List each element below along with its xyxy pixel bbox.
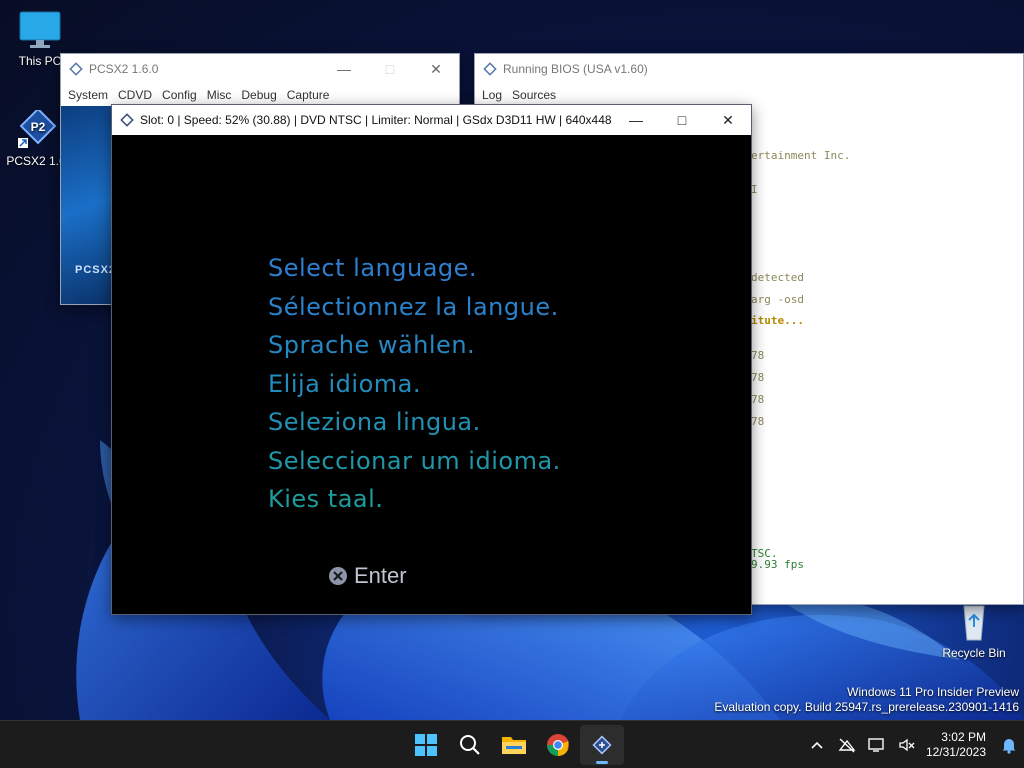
- console-line: ertainment Inc.: [751, 149, 851, 162]
- menu-debug[interactable]: Debug: [236, 88, 281, 102]
- enter-prompt: Enter: [328, 563, 407, 589]
- cross-button-icon: [329, 567, 347, 585]
- clock-time: 3:02 PM: [941, 730, 986, 744]
- bell-icon: [1002, 739, 1016, 754]
- desktop-icon-pcsx2[interactable]: P2 PCSX2 1.6: [4, 107, 68, 168]
- language-option[interactable]: Elija idioma.: [268, 365, 561, 404]
- show-hidden-icons-button[interactable]: [802, 721, 832, 768]
- recycle-bin-icon: [952, 602, 996, 642]
- taskbar-apps: [404, 725, 624, 765]
- maximize-button[interactable]: □: [367, 54, 413, 84]
- desktop-icon-label: Recycle Bin: [942, 646, 1006, 660]
- monitor-icon: [18, 10, 62, 50]
- chevron-up-icon: [811, 741, 823, 749]
- console-line: detected: [751, 271, 804, 284]
- taskbar: 3:02 PM 12/31/2023: [0, 720, 1024, 768]
- desktop-icon-recycle-bin[interactable]: Recycle Bin: [942, 602, 1006, 660]
- menu-sources[interactable]: Sources: [507, 88, 561, 102]
- file-explorer-button[interactable]: [492, 725, 536, 765]
- pcsx2-titlebar[interactable]: PCSX2 1.6.0 — □ ✕: [61, 54, 459, 84]
- display-icon: [868, 738, 884, 752]
- menu-log[interactable]: Log: [477, 88, 507, 102]
- banner-text: PCSX2: [75, 264, 117, 276]
- notifications-button[interactable]: [994, 721, 1024, 768]
- pcsx2-icon: [69, 62, 83, 76]
- console-line: 78: [751, 415, 765, 428]
- minimize-button[interactable]: —: [613, 105, 659, 135]
- pcsx2-icon: [592, 735, 612, 755]
- menu-cdvd[interactable]: CDVD: [113, 88, 157, 102]
- svg-text:P2: P2: [31, 120, 46, 134]
- pcsx2-icon: [483, 62, 497, 76]
- clock-date: 12/31/2023: [925, 745, 986, 759]
- volume-tray-button[interactable]: [892, 721, 922, 768]
- enter-label: Enter: [354, 563, 407, 588]
- close-button[interactable]: ✕: [705, 105, 751, 135]
- language-list: Select language. Sélectionnez la langue.…: [268, 249, 561, 519]
- menu-misc[interactable]: Misc: [202, 88, 237, 102]
- watermark-edition: Windows 11 Pro Insider Preview: [847, 685, 1019, 699]
- language-option[interactable]: Seleccionar um idioma.: [268, 442, 561, 481]
- minimize-button[interactable]: —: [321, 54, 367, 84]
- pcsx2-shortcut-icon: P2: [14, 107, 58, 150]
- game-titlebar[interactable]: Slot: 0 | Speed: 52% (30.88) | DVD NTSC …: [112, 105, 751, 135]
- pcsx2-menubar: System CDVD Config Misc Debug Capture: [61, 84, 459, 106]
- network-status-button[interactable]: [832, 721, 862, 768]
- system-tray: 3:02 PM 12/31/2023: [802, 721, 1024, 768]
- windows-watermark: Windows 11 Pro Insider Preview Evaluatio…: [714, 685, 1019, 715]
- file-explorer-icon: [502, 737, 526, 754]
- language-option[interactable]: Sélectionnez la langue.: [268, 288, 561, 327]
- language-option[interactable]: Kies taal.: [268, 480, 561, 519]
- language-option[interactable]: Select language.: [268, 249, 561, 288]
- console-line: arg -osd: [751, 293, 804, 306]
- chrome-icon: [547, 734, 569, 756]
- console-line: 78: [751, 393, 765, 406]
- console-line: 78: [751, 371, 765, 384]
- window-title: Running BIOS (USA v1.60): [503, 62, 648, 76]
- bios-titlebar[interactable]: Running BIOS (USA v1.60): [475, 54, 1023, 84]
- display-tray-button[interactable]: [862, 721, 892, 768]
- language-option[interactable]: Sprache wählen.: [268, 326, 561, 365]
- start-button[interactable]: [404, 725, 448, 765]
- console-line: itute...: [751, 314, 804, 327]
- chrome-button[interactable]: [536, 725, 580, 765]
- menu-config[interactable]: Config: [157, 88, 202, 102]
- close-button[interactable]: ✕: [413, 54, 459, 84]
- menu-capture[interactable]: Capture: [282, 88, 335, 102]
- start-icon: [415, 734, 437, 756]
- search-button[interactable]: [448, 725, 492, 765]
- maximize-button[interactable]: □: [659, 105, 705, 135]
- speaker-mute-icon: [899, 738, 915, 752]
- console-line: 9.93 fps: [751, 558, 804, 571]
- window-title: Slot: 0 | Speed: 52% (30.88) | DVD NTSC …: [140, 113, 613, 127]
- console-line: 78: [751, 349, 765, 362]
- desktop-icon-label: PCSX2 1.6: [6, 154, 66, 168]
- window-title: PCSX2 1.6.0: [89, 62, 159, 76]
- menu-system[interactable]: System: [63, 88, 113, 102]
- search-icon: [460, 735, 480, 755]
- pcsx2-icon: [120, 113, 134, 127]
- game-screen[interactable]: Select language. Sélectionnez la langue.…: [112, 135, 751, 614]
- language-option[interactable]: Seleziona lingua.: [268, 403, 561, 442]
- network-off-icon: [838, 738, 856, 753]
- taskbar-clock[interactable]: 3:02 PM 12/31/2023: [922, 730, 994, 760]
- pcsx2-taskbar-button[interactable]: [580, 725, 624, 765]
- game-window[interactable]: Slot: 0 | Speed: 52% (30.88) | DVD NTSC …: [111, 104, 752, 615]
- watermark-build: Evaluation copy. Build 25947.rs_prerelea…: [714, 700, 1019, 714]
- bios-menubar: Log Sources: [475, 84, 1023, 106]
